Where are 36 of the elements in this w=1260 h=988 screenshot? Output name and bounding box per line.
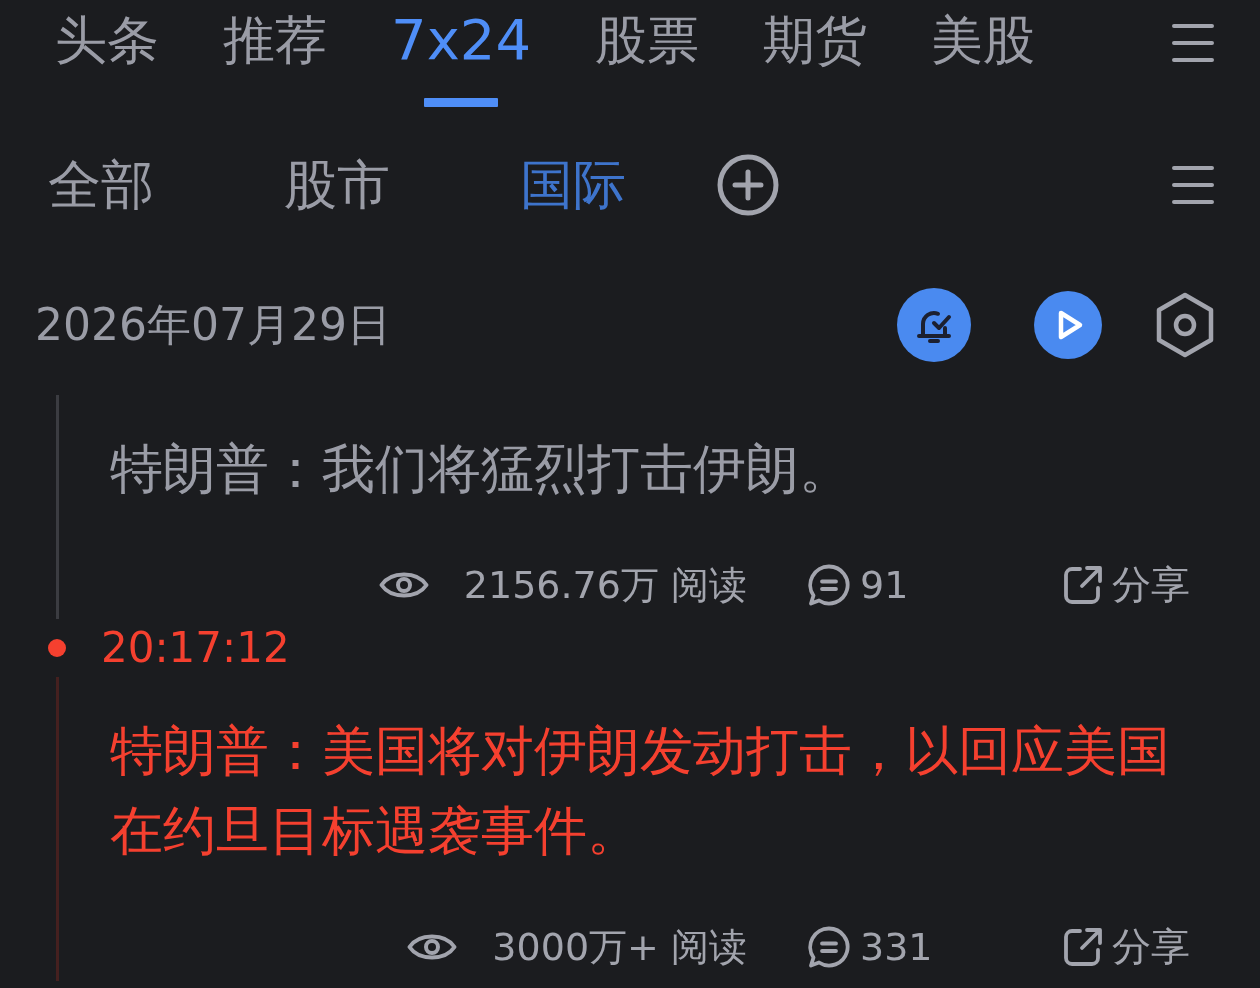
timeline-dot-icon [48,639,66,657]
date-label: 2026年07月29日 [35,299,391,351]
play-icon [1034,291,1102,359]
news-time: 20:17:12 [101,623,290,673]
channel-tab[interactable]: 7x24 [391,0,532,107]
comment-icon [808,926,850,968]
channel-tab[interactable]: 期货 [763,0,868,107]
menu-button[interactable] [1172,22,1214,64]
category-tab[interactable]: 股市 [284,153,390,217]
settings-icon [1156,292,1214,358]
play-button[interactable] [1034,291,1102,359]
share-button[interactable]: 分享 [1062,923,1195,971]
channel-tab[interactable]: 美股 [931,0,1036,107]
share-icon [1062,564,1104,606]
bell-check-icon [897,288,971,362]
category-tab[interactable]: 国际 [520,153,626,217]
news-text: 特朗普：我们将猛烈打击伊朗。 [110,437,853,501]
share-icon [1062,926,1104,968]
settings-button[interactable] [1156,292,1214,358]
menu-icon [1172,22,1214,64]
menu-icon [1172,164,1214,206]
plus-circle-icon [717,154,779,216]
alert-button[interactable] [897,288,971,362]
comment-icon [808,564,850,606]
channel-tab[interactable]: 股票 [595,0,700,107]
category-tab[interactable]: 全部 [48,153,154,217]
share-button[interactable]: 分享 [1062,561,1195,609]
menu-button[interactable] [1172,164,1214,206]
add-category-button[interactable] [717,154,779,216]
comment-button[interactable]: 91 [808,561,1062,609]
channel-tab[interactable]: 头条 [55,0,159,107]
read-count: 3000万+ 阅读 [492,924,747,971]
news-text: 特朗普：美国将对伊朗发动打击，以回应美国在约旦目标遇袭事件。 [110,719,1171,863]
channel-tab[interactable]: 推荐 [223,0,327,107]
read-count: 2156.76万 阅读 [463,562,747,609]
comment-button[interactable]: 331 [808,923,1062,971]
